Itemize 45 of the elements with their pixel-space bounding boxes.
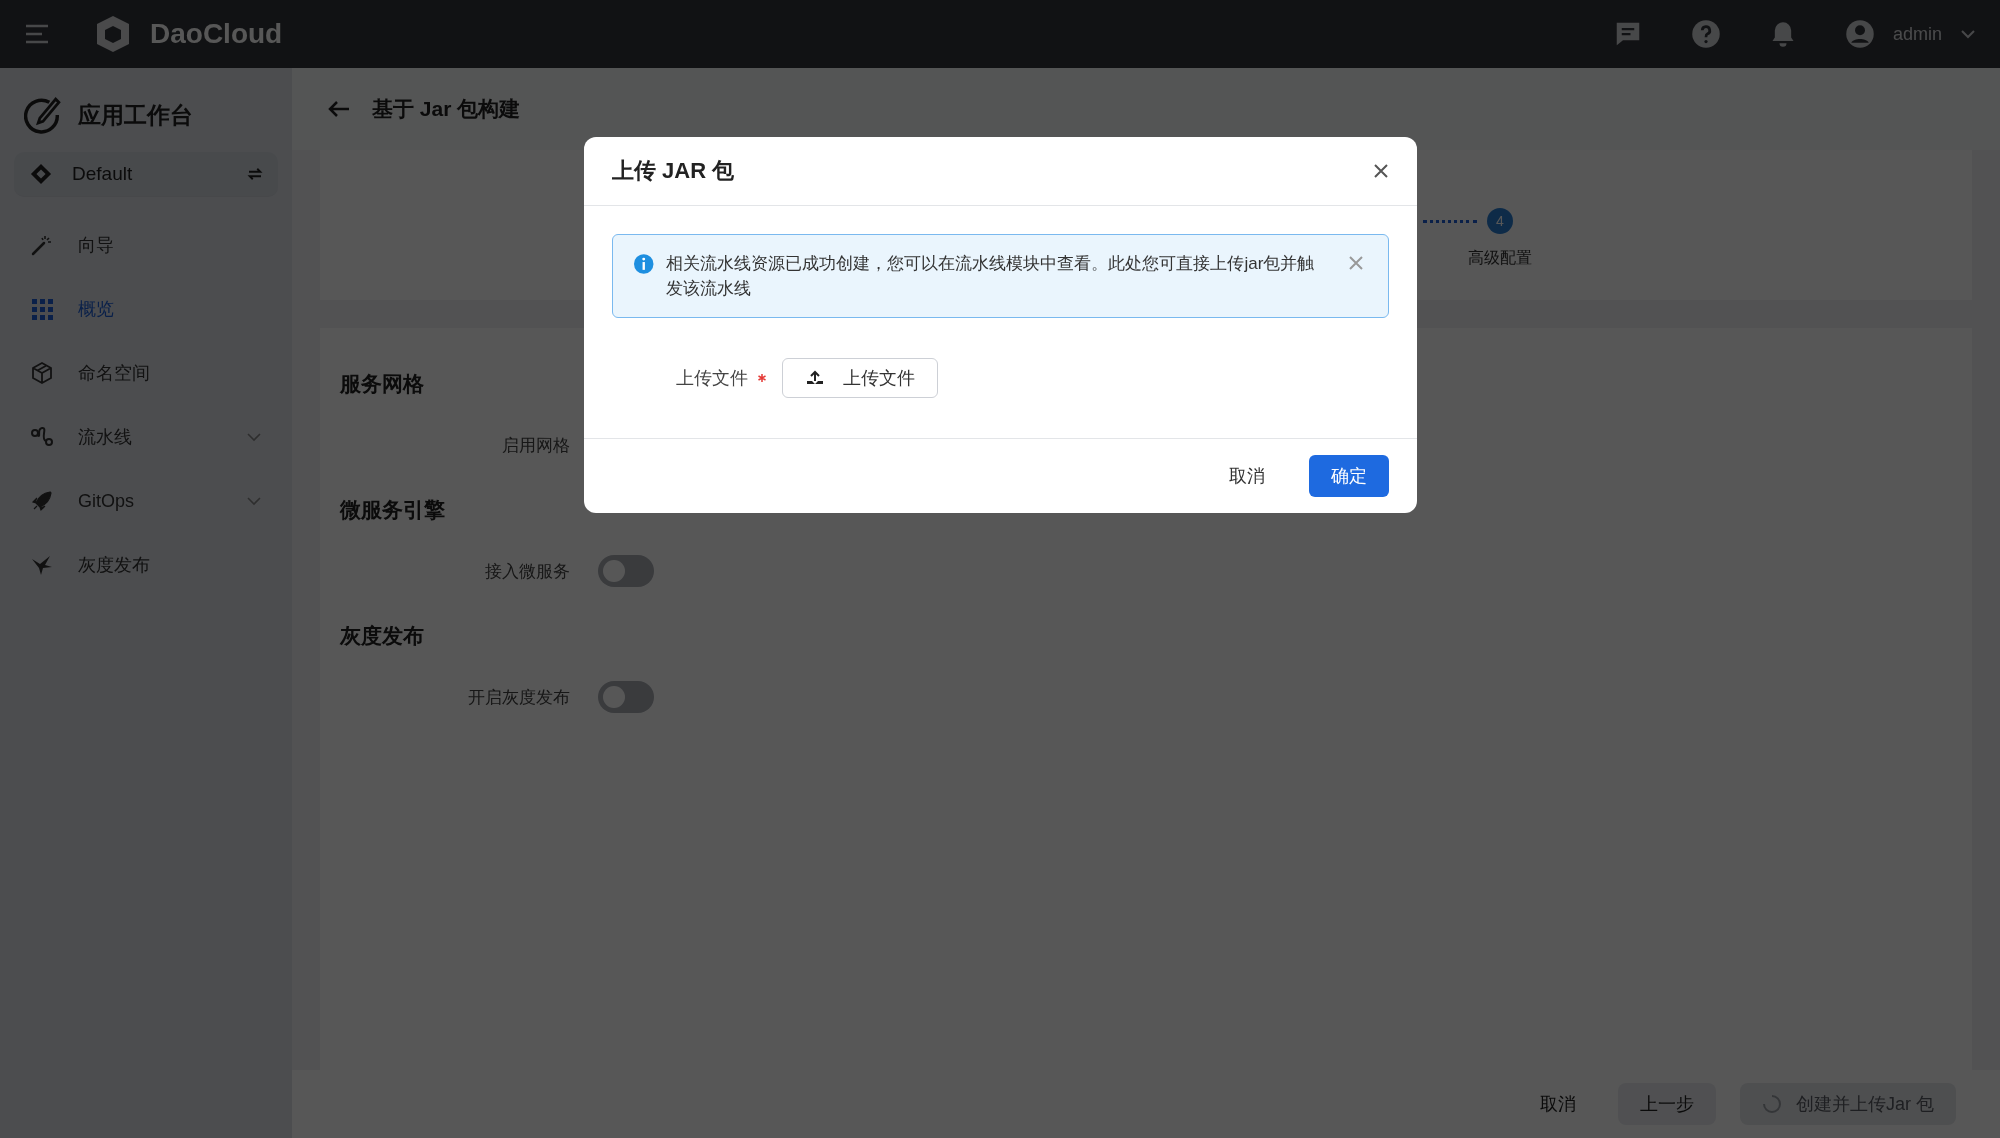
brand-name: DaoCloud <box>150 18 283 50</box>
section-title: 微服务引擎 <box>340 497 445 523</box>
app-title: 应用工作台 <box>78 100 193 130</box>
cancel-button[interactable]: 取消 <box>1534 1091 1582 1117</box>
toggle-switch[interactable] <box>598 555 654 587</box>
cube-icon <box>30 361 54 385</box>
nav-item[interactable]: 命名空间 <box>14 341 278 405</box>
field-label: 上传文件 <box>676 367 748 390</box>
rocket-icon <box>30 489 54 513</box>
help-icon[interactable] <box>1690 19 1721 49</box>
nav-item[interactable]: 向导 <box>14 213 278 277</box>
page-title: 基于 Jar 包构建 <box>372 96 521 122</box>
nav-item[interactable]: 概览 <box>14 277 278 341</box>
workspace-selector[interactable]: Default <box>14 152 278 197</box>
wand-icon <box>30 233 54 257</box>
spinner-icon <box>1762 1094 1782 1114</box>
step-number: 4 <box>1487 208 1513 234</box>
field-label: 接入微服务 <box>484 560 570 583</box>
avatar-icon[interactable] <box>1844 19 1875 49</box>
section-title: 灰度发布 <box>340 623 424 649</box>
logo-icon <box>94 14 132 54</box>
close-icon <box>1373 163 1389 179</box>
chevron-icon[interactable] <box>1960 29 1976 39</box>
pen-circle-icon <box>24 96 62 134</box>
nav-item[interactable]: GitOps <box>14 469 278 533</box>
nav-item[interactable]: 流水线 <box>14 405 278 469</box>
field-label: 启用网格 <box>501 434 570 457</box>
step-label: 高级配置 <box>1468 248 1532 268</box>
upload-icon <box>805 369 825 387</box>
nav-item[interactable]: 灰度发布 <box>14 533 278 597</box>
menu-icon[interactable] <box>24 24 50 44</box>
cancel-button[interactable]: 取消 <box>1223 463 1271 489</box>
dialog-title: 上传 JAR 包 <box>612 157 735 185</box>
confirm-button[interactable]: 确定 <box>1309 455 1389 497</box>
back-arrow-icon[interactable] <box>328 100 350 118</box>
alert-message: 相关流水线资源已成功创建，您可以在流水线模块中查看。此处您可直接上传jar包并触发该流水线 <box>666 253 1316 300</box>
grid-icon <box>30 297 54 321</box>
close-icon <box>1348 255 1364 271</box>
diamond-icon <box>30 163 52 185</box>
field-label: 开启灰度发布 <box>467 686 570 709</box>
info-icon <box>633 253 655 275</box>
upload-button[interactable]: 上传文件 <box>782 358 938 398</box>
pipeline-icon <box>30 425 54 449</box>
section-title: 服务网格 <box>340 371 424 397</box>
toggle-switch[interactable] <box>598 681 654 713</box>
